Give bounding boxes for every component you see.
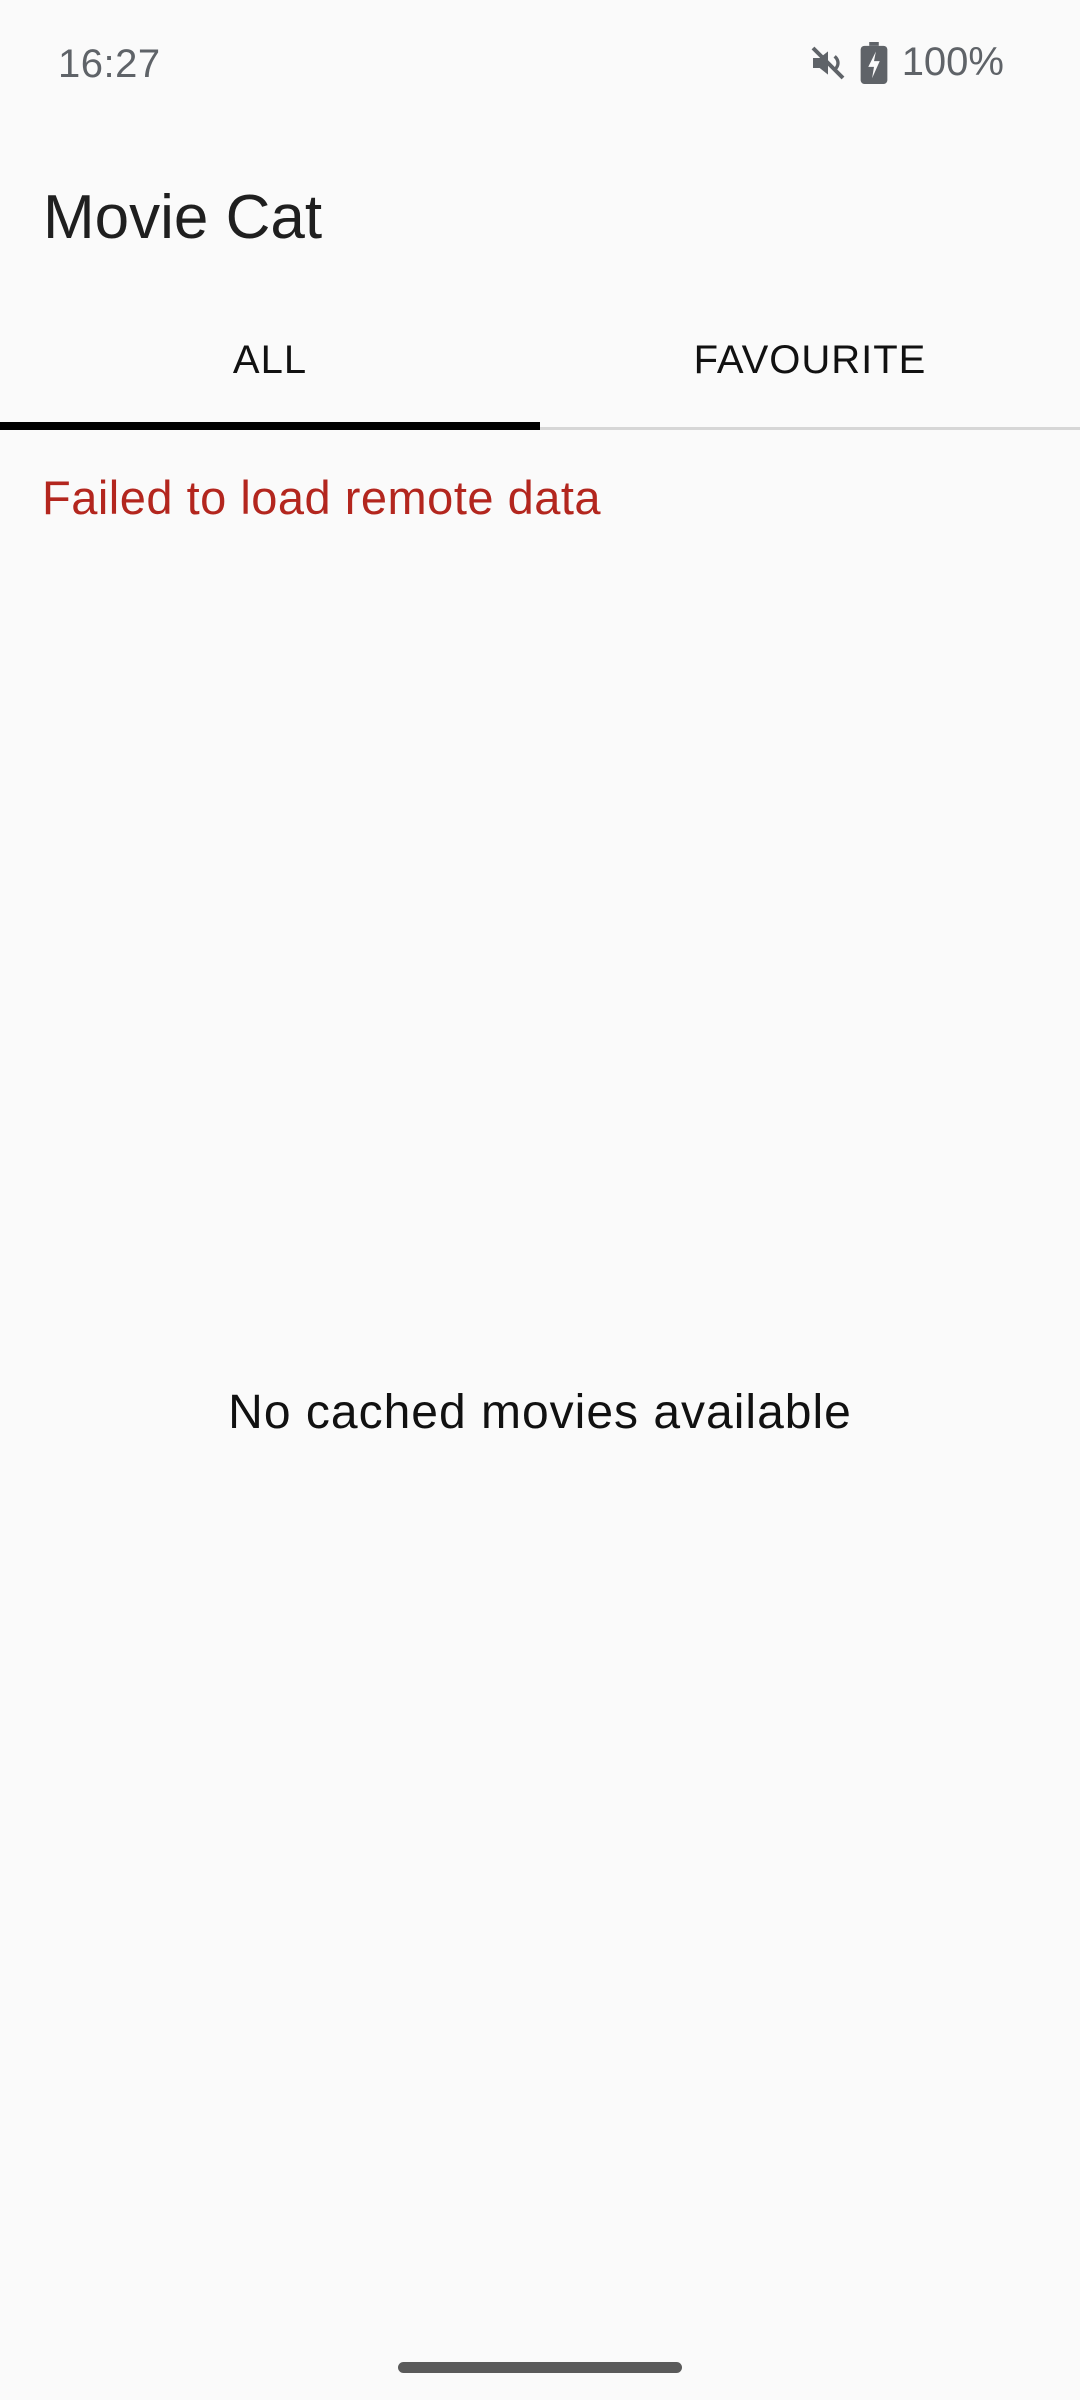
tab-all[interactable]: ALL xyxy=(0,300,540,430)
battery-percent: 100% xyxy=(901,40,1004,84)
battery-charging-icon xyxy=(860,41,888,84)
status-time: 16:27 xyxy=(58,42,161,86)
tab-favourite-label: FAVOURITE xyxy=(693,338,927,382)
mute-icon xyxy=(808,43,848,83)
tab-favourite[interactable]: FAVOURITE xyxy=(540,300,1080,427)
status-bar: 16:27 100% xyxy=(0,0,1080,132)
app-title: Movie Cat xyxy=(43,183,323,252)
tab-bar: ALL FAVOURITE xyxy=(0,300,1080,430)
gesture-nav-handle[interactable] xyxy=(398,2362,682,2373)
tab-all-label: ALL xyxy=(232,338,308,382)
empty-state-message: No cached movies available xyxy=(228,1386,852,1439)
status-icons: 100% xyxy=(808,40,1004,85)
error-message: Failed to load remote data xyxy=(42,471,602,524)
